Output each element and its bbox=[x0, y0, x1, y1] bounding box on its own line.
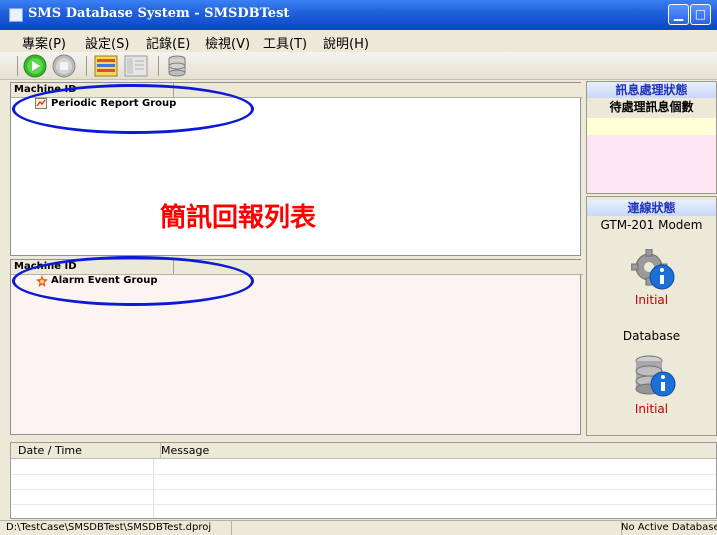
maximize-button[interactable]: □ bbox=[690, 4, 711, 25]
message-status-title: 訊息處理狀態 bbox=[587, 82, 716, 98]
list-view-icon[interactable] bbox=[124, 55, 148, 77]
minimize-button[interactable]: ▁ bbox=[668, 4, 689, 25]
toolbar bbox=[0, 52, 717, 80]
toolbar-separator bbox=[17, 56, 18, 76]
connection-status-panel: 連線狀態 GTM-201 Modem Initial Database Init… bbox=[586, 196, 717, 436]
toolbar-separator bbox=[158, 56, 159, 76]
modem-label: GTM-201 Modem bbox=[600, 218, 703, 232]
status-bar: D:\TestCase\SMSDBTest\SMSDBTest.dproj No… bbox=[0, 520, 717, 535]
menu-help[interactable]: 說明(H) bbox=[323, 33, 369, 52]
app-icon bbox=[9, 8, 23, 22]
database-label: Database bbox=[622, 329, 681, 343]
modem-status-text: Initial bbox=[634, 293, 669, 307]
menu-bar: 專案(P) 設定(S) 記錄(E) 檢視(V) 工具(T) 說明(H) bbox=[0, 30, 717, 52]
pending-count-row bbox=[587, 118, 716, 135]
date-time-column-header[interactable]: Date / Time bbox=[11, 443, 161, 459]
database-status-text: Initial bbox=[634, 402, 669, 416]
modem-status-icon bbox=[631, 249, 675, 290]
table-row-line bbox=[11, 489, 716, 490]
window-title: SMS Database System - SMSDBTest bbox=[28, 6, 290, 21]
database-state: No Active Database bbox=[621, 522, 717, 533]
play-icon[interactable] bbox=[23, 54, 47, 78]
menu-tools[interactable]: 工具(T) bbox=[263, 33, 307, 52]
menu-records[interactable]: 記錄(E) bbox=[146, 33, 190, 52]
database-status-icon bbox=[635, 355, 676, 397]
project-path: D:\TestCase\SMSDBTest\SMSDBTest.dproj bbox=[0, 521, 232, 535]
message-column-header[interactable]: Message bbox=[154, 443, 461, 459]
annotation-ellipse-top bbox=[12, 84, 254, 134]
table-row-line bbox=[11, 474, 716, 475]
toolbar-separator bbox=[86, 56, 87, 76]
title-bar: SMS Database System - SMSDBTest ▁ □ bbox=[0, 0, 717, 30]
annotation-ellipse-bottom bbox=[12, 256, 254, 306]
menu-settings[interactable]: 設定(S) bbox=[85, 33, 129, 52]
menu-project[interactable]: 專案(P) bbox=[22, 33, 66, 52]
message-list-area bbox=[587, 135, 716, 193]
report-list-icon[interactable] bbox=[94, 55, 118, 77]
status-segment-empty bbox=[225, 521, 622, 535]
connection-status-title: 連線狀態 bbox=[587, 200, 716, 216]
pending-message-count-label: 待處理訊息個數 bbox=[609, 100, 694, 114]
sms-report-list-annotation: 簡訊回報列表 bbox=[160, 203, 317, 233]
message-status-panel: 訊息處理狀態 待處理訊息個數 bbox=[586, 81, 717, 194]
stop-icon[interactable] bbox=[52, 54, 76, 78]
database-icon[interactable] bbox=[166, 54, 188, 78]
menu-view[interactable]: 檢視(V) bbox=[205, 33, 250, 52]
table-row-line bbox=[11, 504, 716, 505]
log-table: Date / Time Message bbox=[10, 442, 717, 519]
